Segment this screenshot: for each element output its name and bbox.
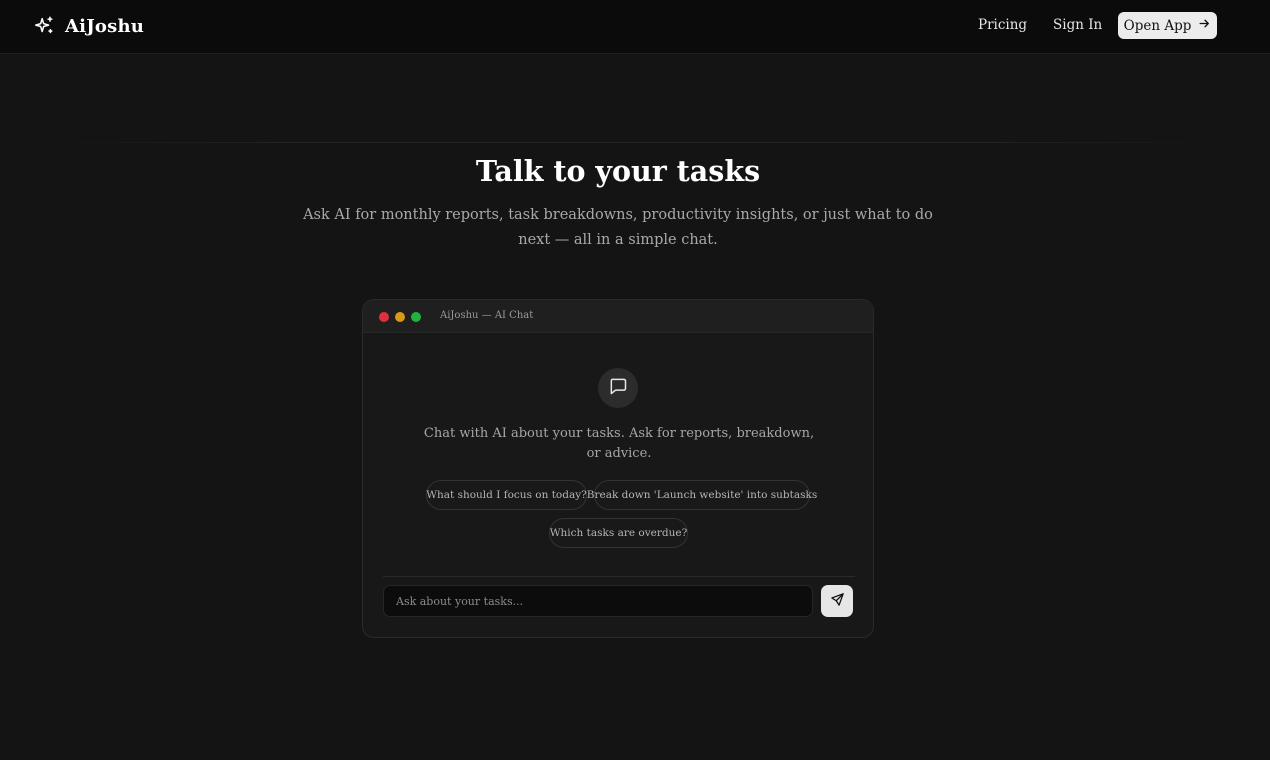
open-app-button[interactable]: Open App xyxy=(1118,12,1217,39)
window-title: AiJoshu — AI Chat xyxy=(440,310,534,321)
brand-logo[interactable]: AiJoshu xyxy=(33,14,144,38)
nav-pricing-link[interactable]: Pricing xyxy=(978,17,1027,33)
chat-badge xyxy=(598,368,638,408)
arrow-right-icon xyxy=(1198,17,1211,34)
chat-window: AiJoshu — AI Chat Chat with AI about you… xyxy=(362,299,874,638)
brand-name: AiJoshu xyxy=(65,15,145,37)
sparkles-icon xyxy=(33,15,55,37)
input-divider xyxy=(383,576,855,577)
window-minimize-dot xyxy=(395,312,405,322)
hero-title: Talk to your tasks xyxy=(475,154,761,188)
nav-sign-in-link[interactable]: Sign In xyxy=(1053,17,1102,33)
send-button[interactable] xyxy=(821,585,853,617)
window-close-dot xyxy=(379,312,389,322)
chat-intro-text: Chat with AI about your tasks. Ask for r… xyxy=(423,426,815,461)
window-maximize-dot xyxy=(411,312,421,322)
message-square-icon xyxy=(608,376,628,400)
open-app-label: Open App xyxy=(1123,17,1192,34)
send-icon xyxy=(830,592,845,610)
suggestion-chip[interactable]: Break down 'Launch website' into subtask… xyxy=(587,480,817,510)
section-divider xyxy=(40,142,1230,143)
window-titlebar: AiJoshu — AI Chat xyxy=(363,300,873,333)
suggestion-chip[interactable]: What should I focus on today? xyxy=(426,480,587,510)
chat-input[interactable] xyxy=(383,585,813,617)
hero-subtitle: Ask AI for monthly reports, task breakdo… xyxy=(303,207,933,248)
top-navigation: AiJoshu Pricing Sign In Open App xyxy=(0,0,1270,54)
suggestion-chip[interactable]: Which tasks are overdue? xyxy=(549,518,688,548)
